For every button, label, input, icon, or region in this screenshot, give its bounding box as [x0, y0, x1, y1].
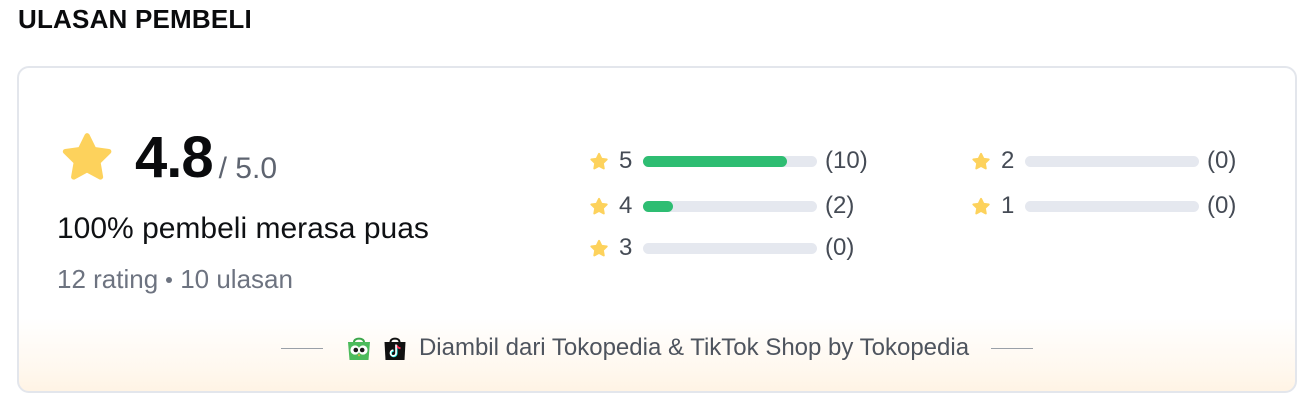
rating-row-1[interactable]: 1 (0)	[971, 192, 1236, 220]
star-icon	[62, 133, 112, 180]
source-footer: Diambil dari Tokopedia & TikTok Shop by …	[19, 334, 1295, 362]
rating-row-5[interactable]: 5 (10)	[589, 147, 868, 175]
tokopedia-logo-icon	[347, 337, 370, 360]
rating-count: (2)	[825, 192, 855, 219]
separator-dot	[166, 276, 173, 283]
rating-stats: 12 rating 10 ulasan	[57, 264, 293, 295]
average-score: 4.8	[135, 125, 214, 190]
score-row: 4.8 / 5.0	[59, 125, 278, 190]
satisfaction-text: 100% pembeli merasa puas	[57, 212, 429, 245]
star-icon	[590, 152, 608, 170]
star-icon	[972, 197, 990, 215]
rating-count: (0)	[1207, 147, 1237, 174]
rating-row-4[interactable]: 4 (2)	[589, 192, 854, 220]
rating-count: (0)	[1207, 192, 1237, 219]
rating-count: (0)	[825, 234, 855, 261]
rating-bar	[643, 200, 817, 212]
rating-level: 1	[1001, 192, 1015, 219]
score-max: / 5.0	[218, 152, 278, 185]
tiktok-shop-logo-icon	[384, 337, 406, 360]
divider-line	[280, 347, 323, 349]
star-icon	[590, 239, 608, 257]
rating-summary-card: 4.8 / 5.0 100% pembeli merasa puas 12 ra…	[17, 66, 1297, 393]
rating-bar	[643, 242, 817, 254]
source-text: Diambil dari Tokopedia & TikTok Shop by …	[418, 334, 970, 361]
rating-row-3[interactable]: 3 (0)	[589, 234, 854, 262]
section-title: ULASAN PEMBELI	[18, 4, 252, 34]
rating-bar	[1025, 155, 1199, 167]
divider-line	[991, 347, 1034, 349]
rating-level: 2	[1001, 147, 1015, 174]
rating-bar-fill	[643, 155, 788, 167]
rating-bar-fill	[643, 200, 673, 212]
rating-bar	[643, 155, 817, 167]
rating-level: 5	[619, 147, 633, 174]
rating-level: 4	[619, 192, 633, 219]
rating-bar	[1025, 200, 1199, 212]
star-icon	[590, 197, 608, 215]
rating-count: (10)	[825, 147, 868, 174]
rating-count: 12 rating	[57, 264, 159, 294]
star-icon	[972, 152, 990, 170]
rating-level: 3	[619, 234, 633, 261]
review-count: 10 ulasan	[180, 264, 293, 294]
rating-row-2[interactable]: 2 (0)	[971, 147, 1236, 175]
